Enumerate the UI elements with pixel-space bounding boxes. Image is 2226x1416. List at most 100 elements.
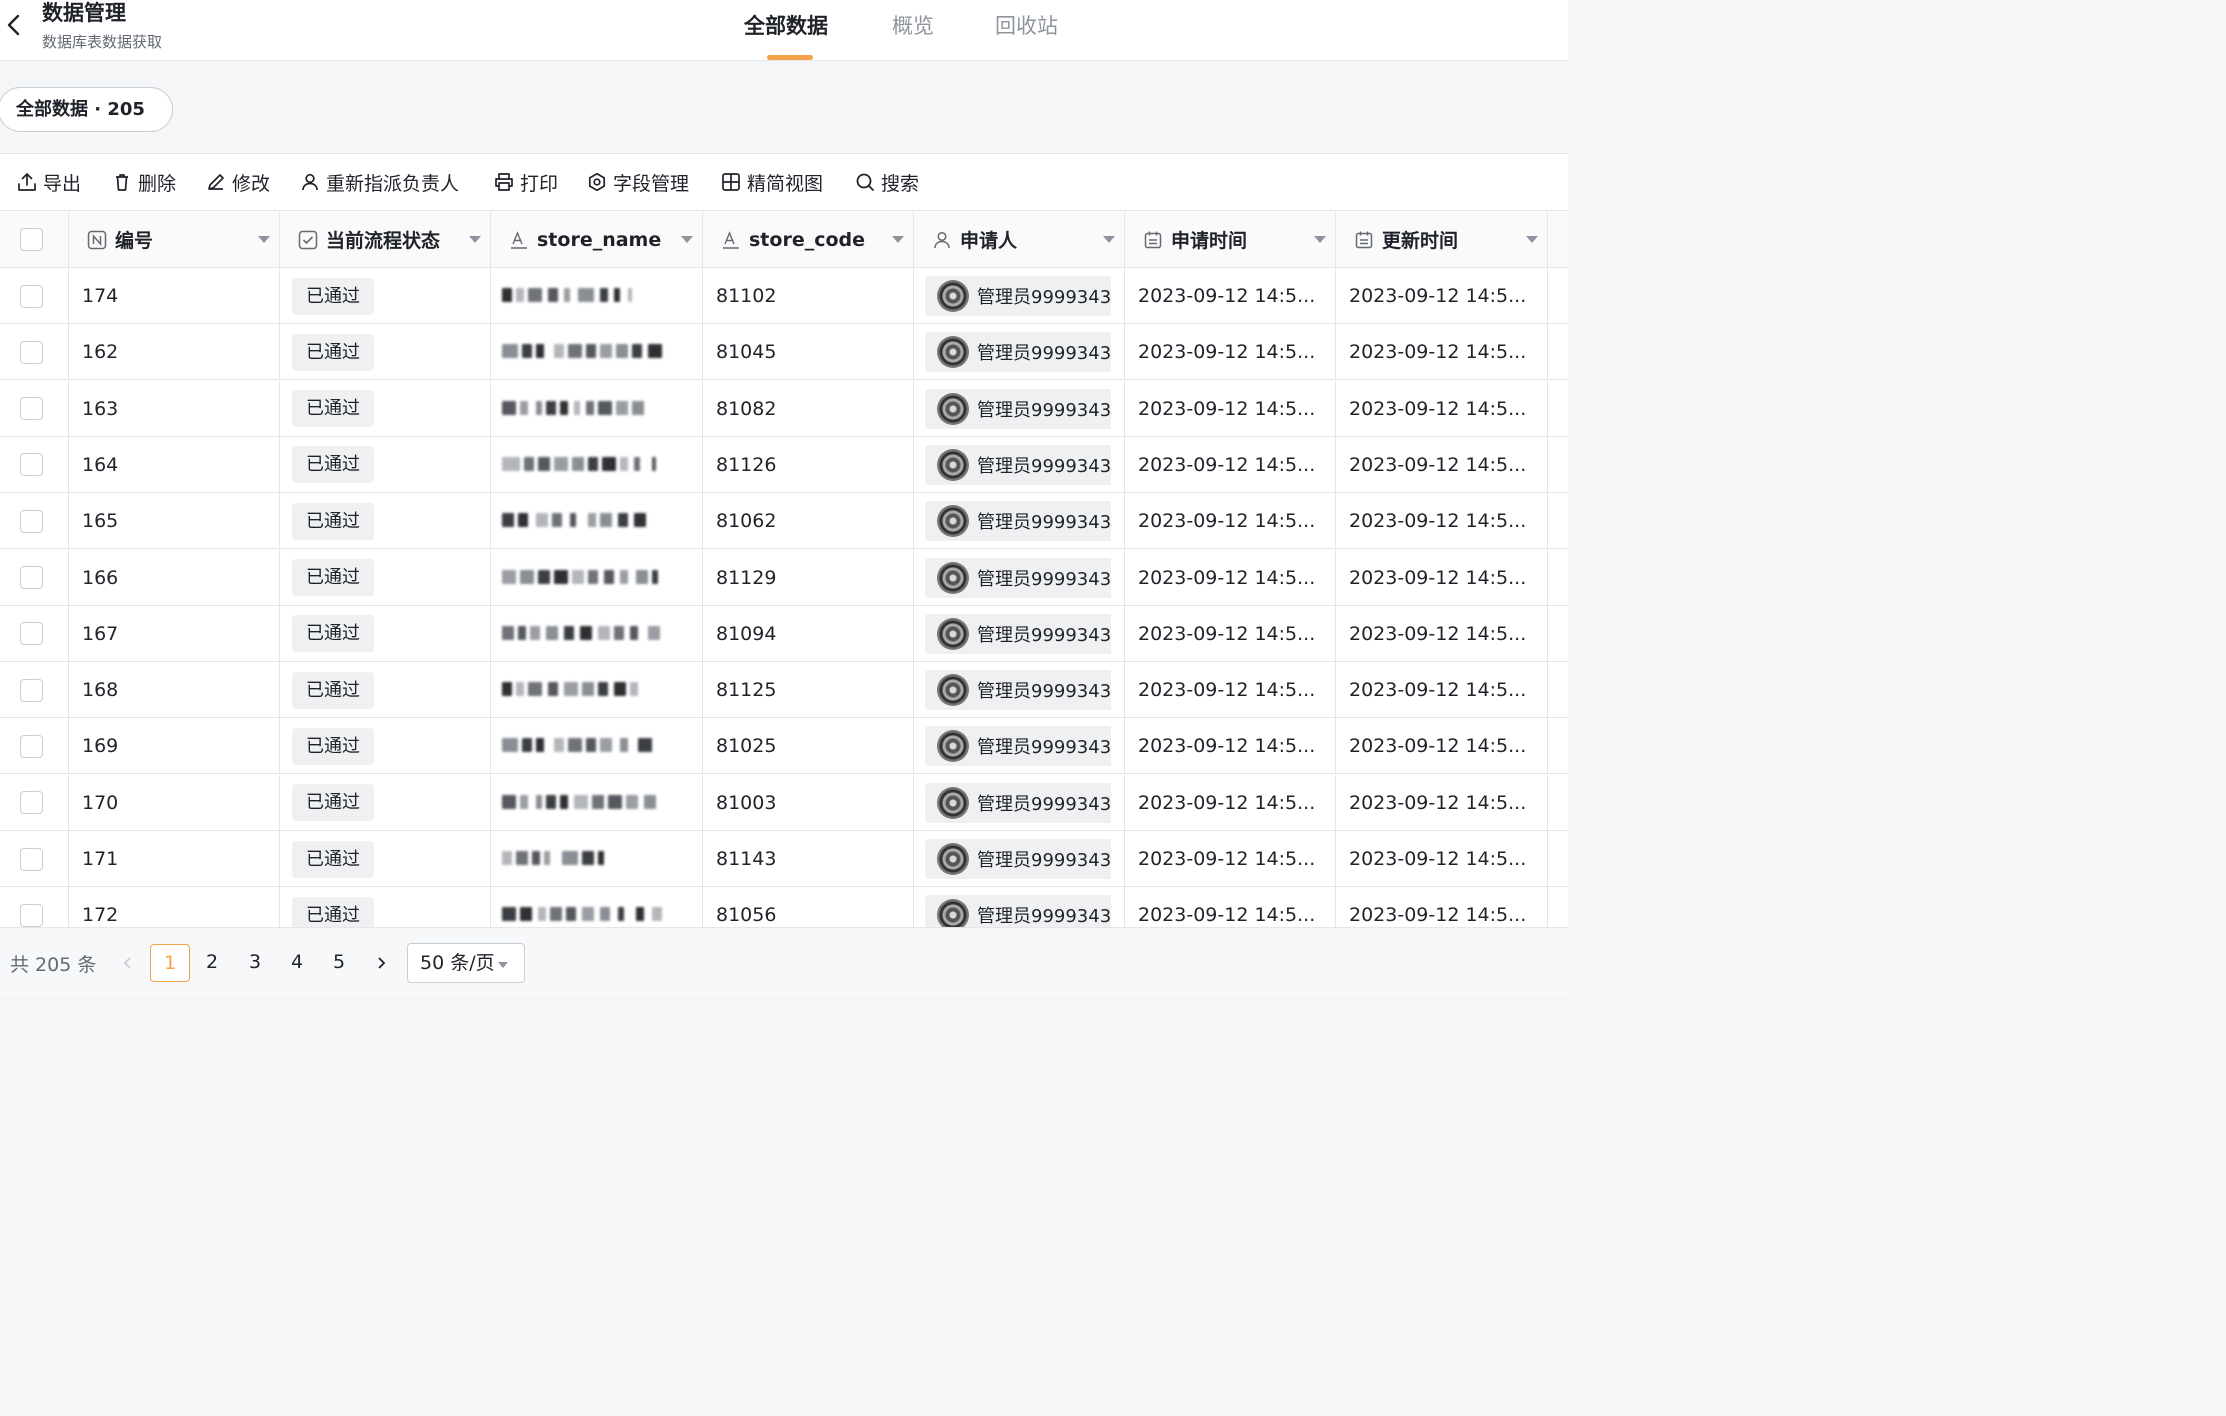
applicant-name: 管理员9999343 — [977, 512, 1112, 534]
column-header-store-code[interactable]: store_code — [703, 211, 914, 268]
row-checkbox[interactable] — [20, 509, 43, 533]
redacted-block — [588, 513, 596, 528]
table-row[interactable]: 171 已通过 81143 管理员9999343 2023-09-12 14:5... 2… — [0, 831, 1568, 887]
back-arrow-icon[interactable] — [2, 10, 24, 40]
column-menu-caret-icon[interactable] — [258, 236, 270, 243]
redacted-block — [632, 344, 642, 359]
cell-applied-time: 2023-09-12 14:5... — [1125, 549, 1336, 606]
column-menu-caret-icon[interactable] — [1526, 236, 1538, 243]
table-row[interactable]: 174 已通过 81102 管理员9999343 2023-09-12 14:5... 2… — [0, 268, 1568, 324]
row-checkbox[interactable] — [20, 678, 43, 702]
table-row[interactable]: 164 已通过 81126 管理员9999343 2023-09-12 14:5... 2… — [0, 436, 1568, 493]
cell-store-code: 81025 — [703, 718, 914, 775]
page-button-1[interactable]: 1 — [150, 944, 190, 982]
compact-view-button[interactable]: 精简视图 — [721, 169, 823, 195]
applicant-tag[interactable]: 管理员9999343 — [925, 895, 1112, 927]
column-menu-caret-icon[interactable] — [1103, 236, 1115, 243]
row-checkbox[interactable] — [20, 791, 43, 815]
page-button-5[interactable]: 5 — [319, 944, 359, 982]
page-size-select[interactable]: 50 条/页 — [407, 943, 525, 983]
applicant-tag[interactable]: 管理员9999343 — [925, 670, 1112, 711]
row-checkbox[interactable] — [20, 622, 43, 646]
table-row[interactable]: 169 已通过 81025 管理员9999343 2023-09-12 14:5... 2… — [0, 718, 1568, 775]
applicant-tag[interactable]: 管理员9999343 — [925, 782, 1112, 823]
column-header-applied-time[interactable]: 申请时间 — [1125, 211, 1336, 268]
tab-recycle-bin[interactable]: 回收站 — [995, 10, 1058, 40]
prev-page-button[interactable] — [108, 944, 148, 982]
table-row[interactable]: 167 已通过 81094 管理员9999343 2023-09-12 14:5... 2… — [0, 605, 1568, 662]
cell-store-code: 81062 — [703, 493, 914, 550]
column-menu-caret-icon[interactable] — [892, 236, 904, 243]
applicant-tag[interactable]: 管理员9999343 — [925, 276, 1112, 316]
page-button-4[interactable]: 4 — [277, 944, 317, 982]
field-management-button[interactable]: 字段管理 — [587, 169, 689, 195]
column-menu-caret-icon[interactable] — [1314, 236, 1326, 243]
column-menu-caret-icon[interactable] — [469, 236, 481, 243]
row-checkbox[interactable] — [20, 734, 43, 758]
tab-overview[interactable]: 概览 — [892, 10, 934, 40]
cell-store-name-redacted — [491, 605, 703, 662]
column-header-updated-time[interactable]: 更新时间 — [1336, 211, 1548, 268]
redacted-block — [598, 625, 610, 640]
redacted-block — [648, 344, 662, 359]
applicant-tag[interactable]: 管理员9999343 — [925, 839, 1112, 879]
page-button-3[interactable]: 3 — [235, 944, 275, 982]
row-checkbox[interactable] — [20, 847, 43, 871]
cell-store-code: 81003 — [703, 774, 914, 831]
applicant-tag[interactable]: 管理员9999343 — [925, 444, 1112, 485]
next-page-button[interactable] — [361, 944, 401, 982]
row-checkbox[interactable] — [20, 284, 43, 308]
cell-applied-time: 2023-09-12 14:5... — [1125, 436, 1336, 493]
column-menu-caret-icon[interactable] — [681, 236, 693, 243]
table-row[interactable]: 172 已通过 81056 管理员9999343 2023-09-12 14:5... 2… — [0, 887, 1568, 927]
applicant-tag[interactable]: 管理员9999343 — [925, 557, 1112, 598]
row-checkbox[interactable] — [20, 903, 43, 927]
table-row[interactable]: 162 已通过 81045 管理员9999343 2023-09-12 14:5... 2… — [0, 324, 1568, 381]
redacted-block — [502, 851, 512, 865]
row-checkbox[interactable] — [20, 566, 43, 589]
column-header-id[interactable]: 编号 — [69, 211, 280, 268]
view-filter-pill[interactable]: 全部数据 · 205 — [0, 87, 173, 132]
row-checkbox[interactable] — [20, 453, 43, 477]
modify-button[interactable]: 修改 — [206, 169, 270, 195]
applicant-name: 管理员9999343 — [977, 906, 1112, 927]
cell-applied-time: 2023-09-12 14:5... — [1125, 380, 1336, 437]
cell-applicant: 管理员9999343 — [914, 549, 1125, 606]
redacted-block — [524, 456, 534, 471]
applicant-tag[interactable]: 管理员9999343 — [925, 726, 1112, 767]
cell-status: 已通过 — [280, 436, 491, 493]
table-row[interactable]: 170 已通过 81003 管理员9999343 2023-09-12 14:5... 2… — [0, 774, 1568, 831]
cell-status: 已通过 — [280, 324, 491, 381]
redacted-block — [536, 794, 542, 809]
export-button[interactable]: 导出 — [17, 169, 81, 195]
cell-applicant: 管理员9999343 — [914, 605, 1125, 662]
column-header-applicant[interactable]: 申请人 — [914, 211, 1125, 268]
applicant-tag[interactable]: 管理员9999343 — [925, 332, 1112, 373]
applicant-tag[interactable]: 管理员9999343 — [925, 613, 1112, 654]
redacted-block — [572, 456, 584, 471]
column-header-status[interactable]: 当前流程状态 — [280, 211, 491, 268]
table-row[interactable]: 166 已通过 81129 管理员9999343 2023-09-12 14:5... 2… — [0, 549, 1568, 606]
applicant-name: 管理员9999343 — [977, 343, 1112, 365]
row-checkbox[interactable] — [20, 397, 43, 421]
select-all-checkbox[interactable] — [20, 228, 43, 251]
row-checkbox[interactable] — [20, 340, 43, 364]
redacted-block — [502, 400, 516, 415]
redacted-block — [636, 569, 648, 584]
applicant-tag[interactable]: 管理员9999343 — [925, 501, 1112, 542]
delete-button[interactable]: 删除 — [112, 169, 176, 195]
tab-all-data[interactable]: 全部数据 — [744, 10, 828, 40]
table-row[interactable]: 163 已通过 81082 管理员9999343 2023-09-12 14:5... 2… — [0, 380, 1568, 437]
redacted-block — [548, 288, 558, 302]
avatar — [937, 505, 969, 538]
search-button[interactable]: 搜索 — [855, 169, 919, 195]
grid-view-icon — [722, 173, 740, 191]
applicant-tag[interactable]: 管理员9999343 — [925, 388, 1112, 429]
print-button[interactable]: 打印 — [494, 169, 558, 195]
table-row[interactable]: 168 已通过 81125 管理员9999343 2023-09-12 14:5... 2… — [0, 662, 1568, 719]
column-header-store-name[interactable]: store_name — [491, 211, 703, 268]
field-management-label: 字段管理 — [613, 172, 690, 195]
page-button-2[interactable]: 2 — [192, 944, 232, 982]
reassign-owner-button[interactable]: 重新指派负责人 — [300, 169, 459, 195]
table-row[interactable]: 165 已通过 81062 管理员9999343 2023-09-12 14:5... 2… — [0, 493, 1568, 550]
